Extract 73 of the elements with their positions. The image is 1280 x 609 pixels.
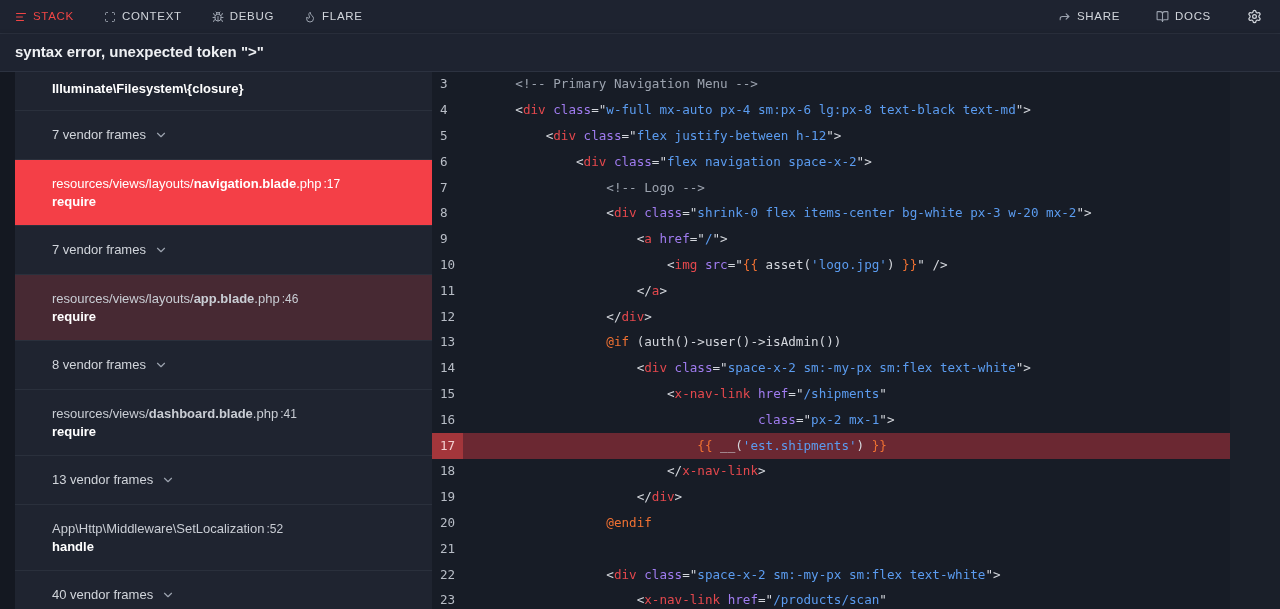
code-line: <div class="space-x-2 sm:-my-px sm:flex text-white">	[635, 359, 1031, 378]
code-line: <img src="{{ asset('logo.jpg') }}" />	[665, 256, 948, 275]
settings-icon[interactable]	[1247, 9, 1262, 24]
code-line: <div class="space-x-2 sm:-my-px sm:flex text-white">	[605, 565, 1001, 584]
line-number: 17	[432, 433, 463, 459]
code-line: <x-nav-link href="/products/scan"	[635, 591, 887, 609]
code-line: {{ __('est.shipments') }}	[696, 436, 887, 455]
frame-line-number: :46	[281, 290, 299, 308]
error-message: syntax error, unexpected token ">"	[15, 42, 264, 63]
line-number: 14	[439, 359, 457, 378]
line-number: 5	[439, 127, 449, 146]
line-number: 21	[439, 539, 457, 558]
line-number: 9	[439, 230, 449, 249]
code-line: class="px-2 mx-1">	[756, 410, 895, 429]
frame-method: require	[52, 307, 98, 326]
line-number: 18	[439, 462, 457, 481]
frame-file-path: resources/views/layouts/app.blade.php	[52, 289, 280, 308]
line-number: 3	[439, 75, 449, 94]
nav-action-link[interactable]: SHARE	[1057, 7, 1120, 26]
code-line: <!-- Primary Navigation Menu -->	[514, 75, 758, 94]
nav-tab[interactable]: CONTEXT	[103, 7, 182, 26]
line-number: 8	[439, 204, 449, 223]
line-number: 23	[439, 591, 457, 609]
frame-method: handle	[52, 537, 95, 556]
code-line: <!-- Logo -->	[605, 178, 705, 197]
share-icon	[1057, 10, 1071, 23]
vendor-frames-toggle[interactable]: 13 vendor frames	[52, 470, 176, 490]
line-number: 4	[439, 101, 449, 120]
line-number: 20	[439, 514, 457, 532]
line-number: 15	[439, 385, 457, 403]
code-line: <div class="flex navigation space-x-2">	[575, 152, 872, 171]
frame-line-number: :52	[266, 520, 284, 538]
vendor-frames-toggle[interactable]: 7 vendor frames	[52, 240, 168, 260]
frame-method: require	[52, 192, 98, 211]
frame-method: Illuminate\Filesystem\{closure}	[52, 80, 245, 98]
code-line: <a href="/">	[635, 230, 728, 249]
frame-line-number: :41	[280, 405, 297, 423]
code-line: <x-nav-link href="/shipments"	[665, 385, 887, 403]
line-number: 11	[439, 281, 457, 300]
line-number: 6	[439, 152, 449, 171]
frame-file-path: resources/views/dashboard.blade.php	[52, 404, 279, 423]
stack-frame[interactable]: resources/views/layouts/navigation.blade.php:17 require	[15, 160, 432, 226]
frame-file-path: App\Http\Middleware\SetLocalization	[52, 519, 265, 538]
code-line: </div>	[635, 488, 683, 507]
code-line: <div class="flex justify-between h-12">	[544, 127, 842, 146]
vendor-frames-toggle[interactable]: 7 vendor frames	[52, 125, 168, 145]
nav-tab[interactable]: FLARE	[304, 7, 363, 26]
line-number: 13	[439, 333, 457, 352]
debug-icon	[211, 10, 224, 23]
code-line: </x-nav-link>	[665, 462, 766, 481]
line-number: 10	[439, 256, 457, 275]
frame-file-path: resources/views/layouts/navigation.blade.php	[52, 174, 322, 193]
code-line: </div>	[605, 307, 652, 326]
flame-icon	[304, 10, 317, 23]
code-line: <div class="shrink-0 flex items-center bg-white px-3 w-20 mx-2">	[605, 204, 1092, 223]
frame-method: require	[52, 422, 98, 441]
code-line: <div class="w-full mx-auto px-4 sm:px-6 lg:px-8 text-black text-md">	[514, 101, 1031, 120]
vendor-frames-toggle[interactable]: 40 vendor frames	[52, 585, 176, 605]
nav-tab[interactable]: DEBUG	[211, 7, 275, 26]
code-line: @endif	[605, 514, 652, 532]
nav-action-link[interactable]: DOCS	[1156, 7, 1211, 26]
line-number: 16	[439, 410, 457, 429]
line-number: 7	[439, 178, 449, 197]
nav-tab[interactable]: STACK	[15, 7, 74, 26]
frame-line-number: :17	[323, 175, 341, 193]
vendor-frames-toggle[interactable]: 8 vendor frames	[52, 355, 168, 375]
code-line: </a>	[635, 281, 667, 300]
line-number: 19	[439, 488, 457, 507]
line-number: 22	[439, 565, 457, 584]
code-line: @if (auth()->user()->isAdmin())	[605, 333, 842, 352]
stack-frame[interactable]: resources/views/layouts/app.blade.php:46 require	[15, 275, 432, 341]
line-number: 12	[439, 307, 457, 326]
book-icon	[1156, 10, 1169, 23]
